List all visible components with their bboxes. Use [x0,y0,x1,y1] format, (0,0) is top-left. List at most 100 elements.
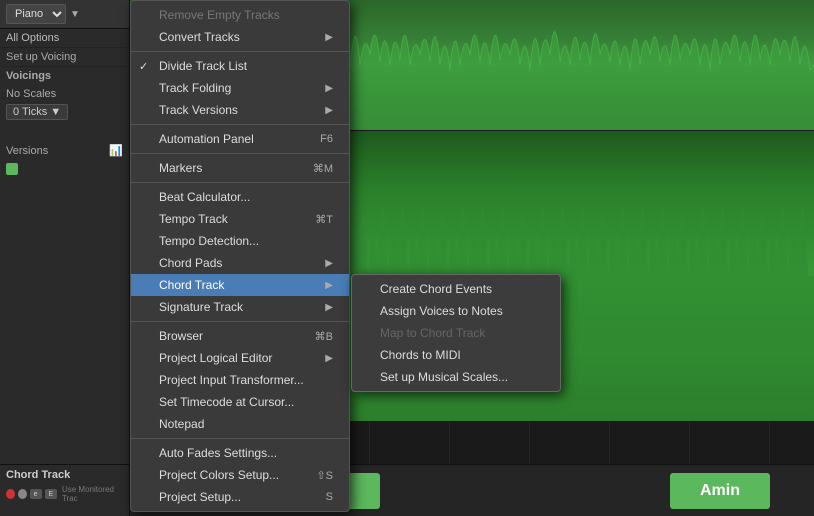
menu-browser[interactable]: Browser ⌘B [131,325,349,347]
menu-notepad-label: Notepad [159,417,204,431]
menu-project-logical-editor[interactable]: Project Logical Editor ▶ [131,347,349,369]
no-scales-row[interactable]: No Scales [0,85,129,103]
submenu-assign-voices[interactable]: Assign Voices to Notes [352,300,560,322]
track-controls [0,160,129,181]
menu-beat-calculator[interactable]: Beat Calculator... [131,186,349,208]
record-button[interactable] [6,489,15,499]
left-panel: Piano ▼ All Options Set up Voicing Voici… [0,0,130,516]
versions-row: Versions 📊 [0,141,129,160]
submenu-chords-to-midi[interactable]: Chords to MIDI [352,344,560,366]
menu-set-timecode-label: Set Timecode at Cursor... [159,395,294,409]
menu-browser-label: Browser [159,329,203,343]
menu-project-setup[interactable]: Project Setup... S [131,486,349,508]
convert-tracks-arrow: ▶ [325,32,333,43]
daw-background: Piano ▼ All Options Set up Voicing Voici… [0,0,814,516]
left-panel-header: Piano ▼ [0,0,129,29]
setup-musical-scales-label: Set up Musical Scales... [380,370,508,384]
menu-remove-empty[interactable]: Remove Empty Tracks [131,4,349,26]
set-up-voicing-row[interactable]: Set up Voicing [0,48,129,67]
menu-track-versions-label: Track Versions [159,103,238,117]
all-options-row[interactable]: All Options [0,29,129,48]
markers-shortcut: ⌘M [313,162,333,175]
divide-checkmark: ✓ [139,60,148,73]
chord-amin-label: Amin [700,482,740,500]
chords-to-midi-label: Chords to MIDI [380,348,461,362]
sep-4 [131,182,349,183]
project-logical-arrow: ▶ [325,353,333,364]
project-colors-shortcut: ⇧S [316,469,333,482]
tempo-track-shortcut: ⌘T [315,213,333,226]
menu-track-folding[interactable]: Track Folding ▶ [131,77,349,99]
record-icon [6,163,18,175]
ticks-row: 0 Ticks ▼ [0,103,129,121]
sep-1 [131,51,349,52]
menu-divide-track-list[interactable]: ✓ Divide Track List [131,55,349,77]
menu-track-versions[interactable]: Track Versions ▶ [131,99,349,121]
chord-track-controls: e E Use Monitored Trac [6,485,123,503]
track-folding-arrow: ▶ [325,83,333,94]
menu-notepad[interactable]: Notepad [131,413,349,435]
menu-project-input-transformer[interactable]: Project Input Transformer... [131,369,349,391]
map-to-chord-label: Map to Chord Track [380,326,485,340]
edit-button[interactable]: E [45,489,57,499]
sep-3 [131,153,349,154]
menu-project-input-transformer-label: Project Input Transformer... [159,373,304,387]
chord-pads-arrow: ▶ [325,258,333,269]
versions-label: Versions [6,145,48,157]
menu-convert-tracks[interactable]: Convert Tracks ▶ [131,26,349,48]
automation-shortcut: F6 [320,133,333,145]
submenu-map-to-chord[interactable]: Map to Chord Track [352,322,560,344]
menu-automation-panel[interactable]: Automation Panel F6 [131,128,349,150]
menu-auto-fades[interactable]: Auto Fades Settings... [131,442,349,464]
menu-chord-pads[interactable]: Chord Pads ▶ [131,252,349,274]
chord-track-submenu: Create Chord Events Assign Voices to Not… [351,274,561,392]
sep-6 [131,438,349,439]
menu-divide-label: Divide Track List [159,59,247,73]
menu-project-setup-label: Project Setup... [159,490,241,504]
menu-project-colors-label: Project Colors Setup... [159,468,279,482]
menu-markers[interactable]: Markers ⌘M [131,157,349,179]
submenu-create-chord-events[interactable]: Create Chord Events [352,278,560,300]
menu-convert-tracks-label: Convert Tracks [159,30,240,44]
mute-button[interactable] [18,489,27,499]
context-menu: Remove Empty Tracks Convert Tracks ▶ ✓ D… [130,0,350,512]
instrument-select[interactable]: Piano [6,4,66,24]
ticks-select[interactable]: 0 Ticks ▼ [6,104,68,120]
sep-5 [131,321,349,322]
solo-button[interactable]: e [30,489,42,499]
create-chord-events-label: Create Chord Events [380,282,492,296]
signature-track-arrow: ▶ [325,302,333,313]
menu-signature-track[interactable]: Signature Track ▶ [131,296,349,318]
menu-tempo-track-label: Tempo Track [159,212,228,226]
chord-event-amin: Amin [670,473,770,509]
menu-automation-label: Automation Panel [159,132,254,146]
menu-auto-fades-label: Auto Fades Settings... [159,446,277,460]
menu-track-folding-label: Track Folding [159,81,231,95]
chord-track-left-panel: Chord Track e E Use Monitored Trac [0,464,130,516]
menu-chord-track[interactable]: Chord Track ▶ Create Chord Events Assign… [131,274,349,296]
menu-remove-empty-label: Remove Empty Tracks [159,8,280,22]
menu-tempo-detection[interactable]: Tempo Detection... [131,230,349,252]
menu-chord-pads-label: Chord Pads [159,256,222,270]
expand-icon: ▼ [70,9,80,20]
assign-voices-label: Assign Voices to Notes [380,304,503,318]
versions-icon[interactable]: 📊 [109,144,123,157]
submenu-setup-musical-scales[interactable]: Set up Musical Scales... [352,366,560,388]
browser-shortcut: ⌘B [315,330,333,343]
menu-set-timecode[interactable]: Set Timecode at Cursor... [131,391,349,413]
chord-track-label: Chord Track [6,469,123,481]
chord-track-arrow: ▶ [325,280,333,291]
menu-tempo-track[interactable]: Tempo Track ⌘T [131,208,349,230]
sep-2 [131,124,349,125]
menu-beat-calc-label: Beat Calculator... [159,190,250,204]
use-monitored-label: Use Monitored Trac [62,485,123,503]
track-versions-arrow: ▶ [325,105,333,116]
voicings-label: Voicings [0,67,129,85]
menu-markers-label: Markers [159,161,202,175]
menu-signature-track-label: Signature Track [159,300,243,314]
menu-chord-track-label: Chord Track [159,278,224,292]
menu-project-logical-editor-label: Project Logical Editor [159,351,272,365]
menu-project-colors[interactable]: Project Colors Setup... ⇧S [131,464,349,486]
project-setup-shortcut: S [326,491,333,503]
menu-tempo-detection-label: Tempo Detection... [159,234,259,248]
